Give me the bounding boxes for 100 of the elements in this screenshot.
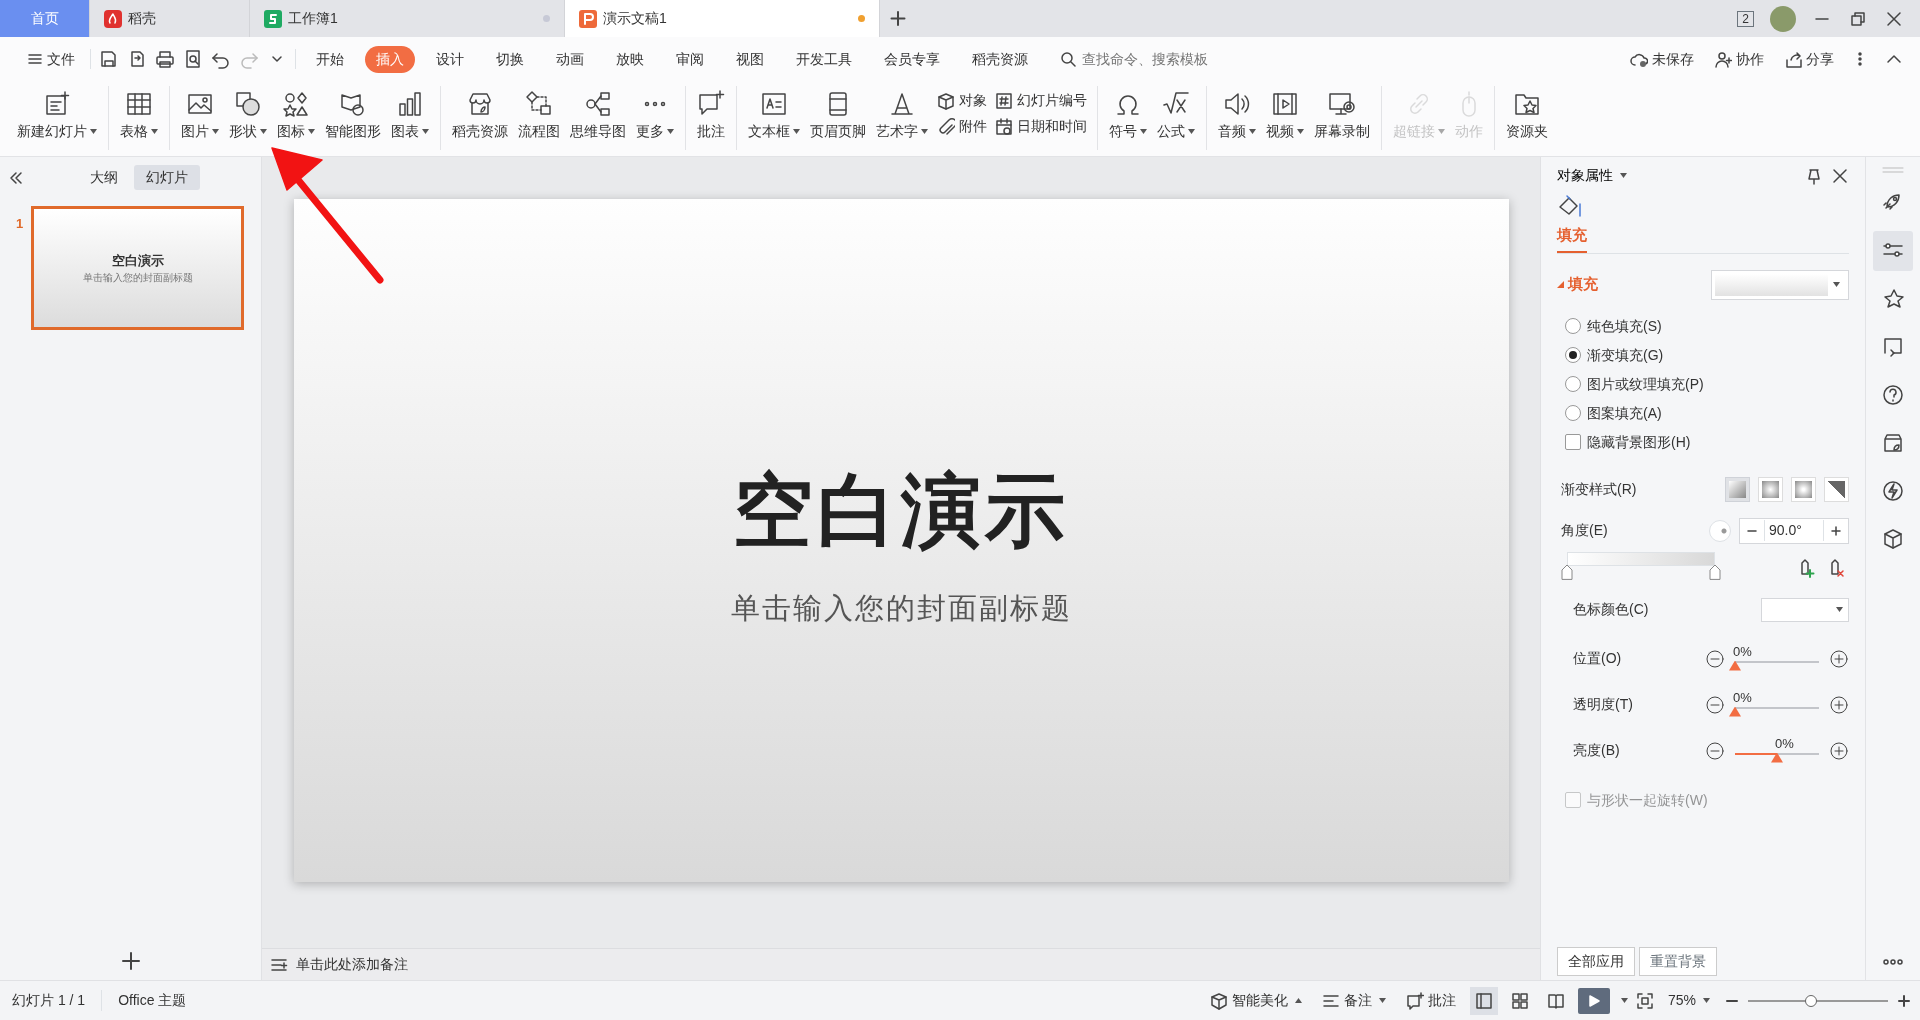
view-button[interactable] [1469,986,1498,1015]
ribbon-tab[interactable]: 开发工具 [785,45,863,73]
ribbon-button[interactable]: 公式 [1152,90,1200,142]
grip-icon [1881,165,1905,175]
pane-tab[interactable]: 大纲 [77,165,130,190]
minus-icon[interactable] [1705,648,1725,669]
slider-track[interactable]: 0% [1729,689,1825,720]
zoom-thumb[interactable] [1805,994,1817,1007]
status-button[interactable]: 备注 [1315,988,1392,1013]
ribbon-button[interactable]: 文本框 [743,90,805,142]
ribbon-button[interactable]: 流程图 [513,90,565,142]
caret-icon [1620,173,1627,178]
slide-subtitle[interactable]: 单击输入您的封面副标题 [730,586,1072,631]
ribbon-button[interactable]: 更多 [631,90,679,142]
ribbon-tab[interactable]: 会员专享 [873,45,951,73]
ribbon-tab[interactable]: 设计 [425,45,475,73]
panel-title-dropdown[interactable]: 对象属性 [1557,165,1627,186]
angle-dial[interactable] [1709,519,1731,542]
plus-icon[interactable] [1829,648,1849,669]
ribbon-tab[interactable]: 审阅 [665,45,715,73]
pane-tab[interactable]: 幻灯片 [133,165,200,190]
ribbon-tab[interactable]: 切换 [485,45,535,73]
checkbox-option[interactable]: 隐藏背景图形(H) [1565,431,1849,453]
gradient-style-swatch[interactable] [1791,476,1816,502]
status-button[interactable]: 批注 [1399,988,1462,1013]
ribbon-button[interactable]: 稻壳资源 [447,90,513,142]
ribbon-tab[interactable]: 稻壳资源 [961,45,1039,73]
ribbon-tab[interactable]: 动画 [545,45,595,73]
slider-thumb[interactable] [1771,752,1783,763]
gradient-style-swatch[interactable] [1824,476,1849,502]
ribbon-button[interactable]: 音频 [1213,90,1261,142]
ribbon-button[interactable]: 艺术字 [871,90,933,142]
file-menu[interactable]: 文件 [16,45,86,73]
window-count-badge[interactable]: 2 [1737,10,1754,27]
ribbon-button[interactable]: 形状 [224,90,272,142]
minus-icon[interactable] [1705,740,1725,761]
ribbon-tab[interactable]: 开始 [305,45,355,73]
slider-thumb[interactable] [1729,660,1741,671]
ribbon-tab[interactable]: 放映 [605,45,655,73]
ribbon-button[interactable]: 日期和时间 [995,116,1087,137]
caret-icon [1378,998,1386,1003]
fit-window-icon[interactable] [1635,991,1654,1010]
collapse-pane-icon[interactable] [8,169,24,186]
ribbon-button[interactable]: 表格 [115,90,163,142]
status-button[interactable]: 智能美化 [1203,988,1308,1013]
ribbon-button[interactable]: 对象 [937,90,987,111]
gradient-style-swatch[interactable] [1725,476,1750,502]
ribbon-button[interactable]: 智能图形 [320,90,386,142]
plus-icon[interactable] [1829,740,1849,761]
ribbon-button[interactable]: 资源夹 [1501,90,1553,142]
ribbon-button[interactable]: 视频 [1261,90,1309,142]
ribbon-button[interactable]: 幻灯片编号 [995,90,1087,111]
ribbon-button[interactable]: 图片 [176,90,224,142]
slide-title[interactable]: 空白演示 [733,450,1069,571]
ribbon-button[interactable]: 批注 [692,90,730,142]
plus-icon[interactable] [1829,694,1849,715]
slideshow-button[interactable] [1577,987,1610,1014]
panel-button[interactable]: 全部应用 [1557,947,1635,976]
ribbon-button[interactable]: 图标 [272,90,320,142]
ribbon-button[interactable]: 思维导图 [565,90,631,142]
toolbar-action[interactable]: 未保存 [1628,45,1696,73]
save-icon[interactable] [99,49,119,69]
gradient-stop-handle[interactable] [1561,563,1573,580]
pin-icon[interactable] [1805,166,1823,185]
radio-option[interactable]: 纯色填充(S) [1565,315,1849,337]
ribbon-button[interactable]: 图表 [386,90,434,142]
table-icon [125,90,153,118]
ribbon-button[interactable]: 附件 [937,116,987,137]
ribbon-button[interactable]: 新建幻灯片 [12,90,102,142]
zoom-in-icon[interactable] [1896,992,1912,1009]
radio-option[interactable]: 渐变填充(G) [1565,344,1849,366]
close-icon[interactable] [1831,166,1849,185]
ribbon-button[interactable]: 屏幕录制 [1309,90,1375,142]
slide-canvas[interactable]: 空白演示 单击输入您的封面副标题 [293,199,1509,882]
slider-track[interactable]: 0% [1729,643,1825,674]
gradient-stop-handle[interactable] [1709,563,1721,580]
minus-icon[interactable] [1705,694,1725,715]
ribbon-button[interactable]: 页眉页脚 [805,90,871,142]
sidebar-button[interactable] [1873,231,1913,271]
gradient-style-swatch[interactable] [1758,476,1783,502]
slider-thumb[interactable] [1729,706,1741,717]
add-slide-icon[interactable] [119,950,142,972]
slider-track[interactable]: 0% [1729,735,1825,766]
slider-value: 0% [1733,643,1752,660]
ribbon-tab[interactable]: 视图 [725,45,775,73]
radio-option[interactable]: 图案填充(A) [1565,402,1849,424]
slide-thumbnail[interactable]: 空白演示 单击输入您的封面副标题 [31,206,245,330]
print-icon[interactable] [155,49,175,69]
search-field[interactable]: 查找命令、搜索模板 [1060,47,1250,71]
radio-option[interactable]: 图片或纹理填充(P) [1565,373,1849,395]
more-icon[interactable] [1881,957,1905,968]
print-preview-icon[interactable] [183,49,203,69]
ribbon-button[interactable]: 符号 [1104,90,1152,142]
toolbar-action[interactable]: 协作 [1712,45,1766,73]
zoom-dropdown[interactable]: 75% [1661,988,1716,1013]
status-text: 幻灯片 1 / 1 [8,990,103,1011]
toolbar-action[interactable]: 分享 [1782,45,1836,73]
angle-spinner[interactable]: 90.0° [1739,517,1849,544]
stop-color-dropdown[interactable] [1761,597,1849,622]
document-tab[interactable]: 演示文稿1 [565,0,880,37]
